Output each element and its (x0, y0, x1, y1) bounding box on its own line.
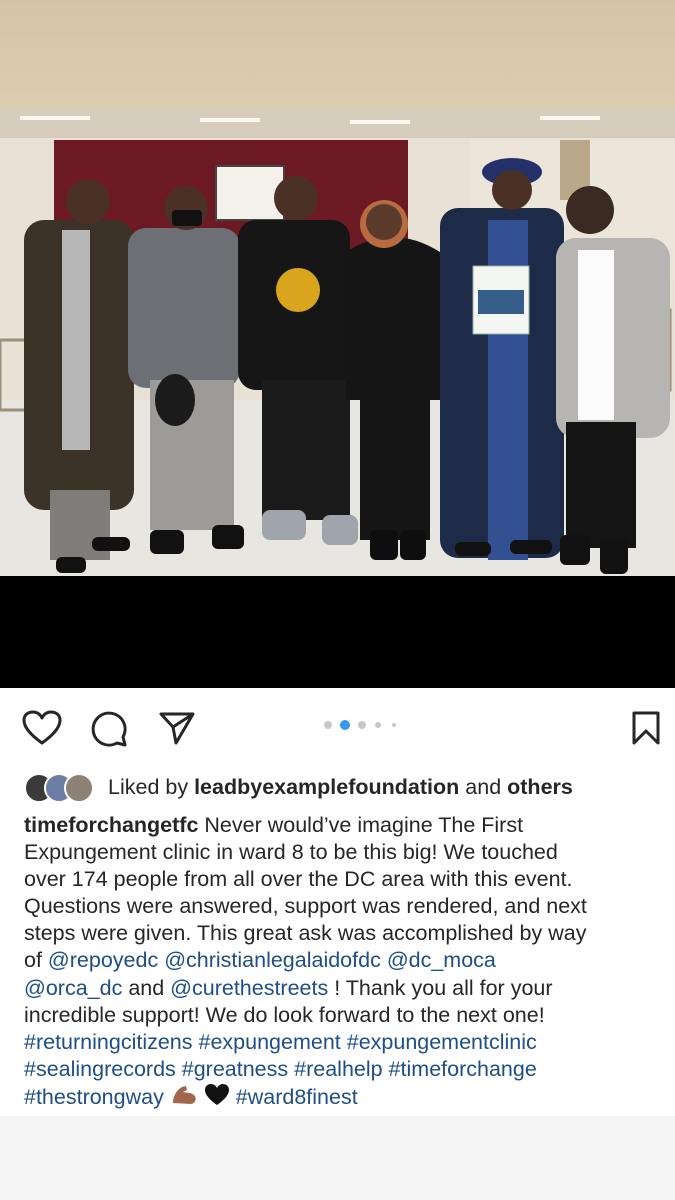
caption-text: steps were given. This great ask was acc… (24, 921, 587, 946)
hashtag-link[interactable]: #realhelp (294, 1057, 382, 1081)
caption-text: Questions were answered, support was ren… (24, 894, 587, 919)
hashtag-link[interactable]: #expungement (199, 1030, 341, 1054)
hashtag-link[interactable]: #expungementclinic (347, 1030, 537, 1054)
caption-username[interactable]: timeforchangetfc (24, 813, 198, 837)
liked-by-user[interactable]: leadbyexamplefoundation (194, 775, 459, 799)
top-background (0, 0, 675, 112)
post-media-padding (0, 576, 675, 688)
carousel-dot (324, 721, 332, 729)
liked-by-others[interactable]: others (507, 775, 573, 799)
person-5 (440, 158, 564, 560)
post-action-bar (0, 700, 675, 758)
person-4 (346, 200, 440, 560)
carousel-dot (392, 723, 396, 727)
comment-icon[interactable] (90, 710, 128, 753)
hashtag-link[interactable]: #sealingrecords (24, 1057, 176, 1081)
liker-avatars[interactable] (24, 773, 104, 803)
flexed-biceps-emoji-icon (170, 1083, 198, 1114)
send-icon[interactable] (158, 710, 196, 751)
mention-link[interactable]: @christianlegalaidofdc (164, 948, 381, 972)
liked-by-prefix: Liked by (108, 775, 189, 799)
liked-by-row: Liked by leadbyexamplefoundation and oth… (24, 770, 664, 804)
carousel-dot-active (340, 720, 350, 730)
caption-text: over 174 people from all over the DC are… (24, 867, 573, 892)
caption-text: incredible support! We do look forward t… (24, 1002, 545, 1027)
hashtag-link[interactable]: #timeforchange (389, 1057, 537, 1081)
caption-text: Expungement clinic in ward 8 to be this … (24, 840, 558, 865)
heart-icon[interactable] (22, 710, 62, 751)
bookmark-icon[interactable] (631, 710, 661, 751)
liked-by-conjunction: and (465, 775, 502, 799)
avatar (64, 773, 94, 803)
hashtag-link[interactable]: #thestrongway (24, 1085, 164, 1109)
bottom-background (0, 1116, 675, 1200)
mention-link[interactable]: @dc_moca (387, 948, 496, 972)
caption-text: and (128, 975, 165, 1000)
mention-link[interactable]: @repoyedc (48, 948, 158, 972)
carousel-dot (375, 722, 381, 728)
hashtag-link[interactable]: #returningcitizens (24, 1030, 193, 1054)
liked-by-text: Liked by leadbyexamplefoundation and oth… (108, 770, 573, 804)
hashtag-link[interactable]: #ward8finest (236, 1085, 358, 1109)
caption-text: Never would’ve imagine The First (204, 813, 524, 837)
black-heart-emoji-icon (204, 1083, 230, 1114)
caption-text: ! Thank you all for your (334, 975, 553, 1000)
caption-text: of (24, 948, 42, 973)
mention-link[interactable]: @orca_dc (24, 976, 122, 1000)
mention-link[interactable]: @curethestreets (170, 976, 328, 1000)
post-photo[interactable] (0, 110, 675, 576)
carousel-dot (358, 721, 366, 729)
group-photo-illustration (0, 110, 675, 576)
post-caption: timeforchangetfc Never would’ve imagine … (24, 812, 674, 1110)
hashtag-link[interactable]: #greatness (182, 1057, 288, 1081)
